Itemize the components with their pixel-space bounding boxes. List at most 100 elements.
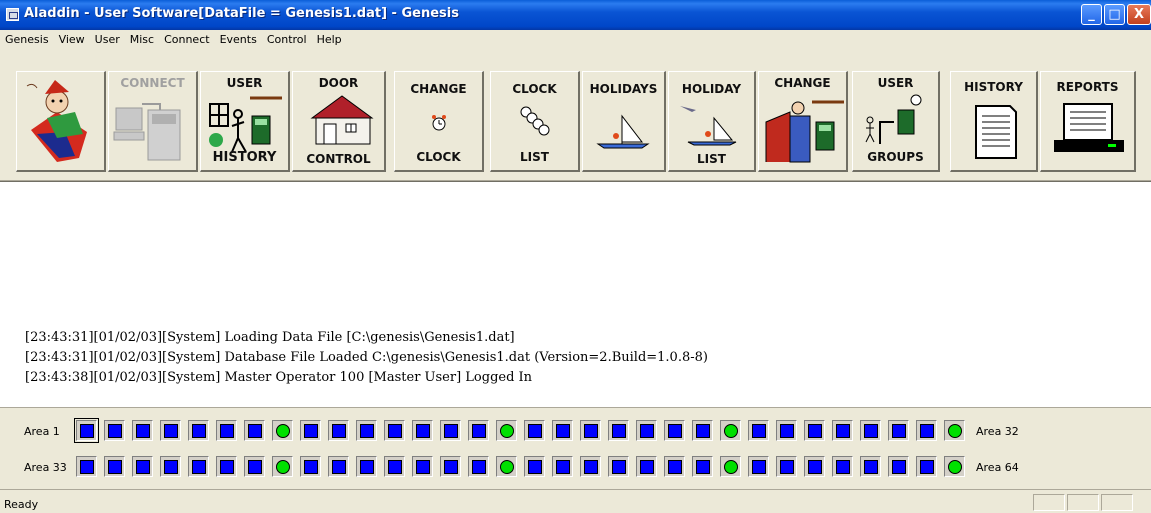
menu-user[interactable]: User — [90, 30, 125, 47]
area-cell-63[interactable] — [916, 456, 937, 477]
area-cell-18[interactable] — [552, 420, 573, 441]
area-cell-58[interactable] — [776, 456, 797, 477]
area-cell-17[interactable] — [524, 420, 545, 441]
menu-misc[interactable]: Misc — [125, 30, 159, 47]
area-cell-21[interactable] — [636, 420, 657, 441]
area-cell-23[interactable] — [692, 420, 713, 441]
area-cell-42[interactable] — [328, 456, 349, 477]
app-icon[interactable] — [6, 8, 19, 21]
reports-button[interactable]: REPORTS — [1040, 71, 1136, 172]
area-cell-61[interactable] — [860, 456, 881, 477]
change-clock-button[interactable]: CHANGE CLOCK — [394, 71, 484, 172]
area-cell-39[interactable] — [244, 456, 265, 477]
connect-button[interactable]: CONNECT — [108, 71, 198, 172]
close-button[interactable]: X — [1127, 4, 1151, 25]
menu-genesis[interactable]: Genesis — [0, 30, 54, 47]
area-cell-6[interactable] — [216, 420, 237, 441]
area-cell-62[interactable] — [888, 456, 909, 477]
holiday-list-button[interactable]: HOLIDAY LIST — [668, 71, 756, 172]
area-cell-40[interactable] — [272, 456, 293, 477]
area-cell-4[interactable] — [160, 420, 181, 441]
area-ok-indicator — [500, 424, 514, 438]
area-cell-57[interactable] — [748, 456, 769, 477]
area-cell-36[interactable] — [160, 456, 181, 477]
menu-control[interactable]: Control — [262, 30, 312, 47]
logo-button[interactable] — [16, 71, 106, 172]
area-cell-44[interactable] — [384, 456, 405, 477]
area-cell-8[interactable] — [272, 420, 293, 441]
area-armed-indicator — [416, 424, 430, 438]
area-cell-51[interactable] — [580, 456, 601, 477]
area-cell-33[interactable] — [76, 456, 97, 477]
area-cell-41[interactable] — [300, 456, 321, 477]
area-cell-37[interactable] — [188, 456, 209, 477]
clock-list-label-top: CLOCK — [512, 82, 557, 96]
area-cell-31[interactable] — [916, 420, 937, 441]
area-cell-12[interactable] — [384, 420, 405, 441]
area-cell-10[interactable] — [328, 420, 349, 441]
area-cell-54[interactable] — [664, 456, 685, 477]
menu-events[interactable]: Events — [215, 30, 262, 47]
area-cell-47[interactable] — [468, 456, 489, 477]
area-cell-56[interactable] — [720, 456, 741, 477]
area-cell-15[interactable] — [468, 420, 489, 441]
user-door-icon — [209, 96, 282, 153]
area-cell-25[interactable] — [748, 420, 769, 441]
area-cell-22[interactable] — [664, 420, 685, 441]
user-history-button[interactable]: USER HISTORY — [200, 71, 290, 172]
area-cell-19[interactable] — [580, 420, 601, 441]
area-ok-indicator — [276, 460, 290, 474]
area-cell-49[interactable] — [524, 456, 545, 477]
area-cell-9[interactable] — [300, 420, 321, 441]
area-cell-30[interactable] — [888, 420, 909, 441]
area-cell-50[interactable] — [552, 456, 573, 477]
area-cell-27[interactable] — [804, 420, 825, 441]
area-cell-7[interactable] — [244, 420, 265, 441]
area-cell-3[interactable] — [132, 420, 153, 441]
area-cell-45[interactable] — [412, 456, 433, 477]
area-cell-26[interactable] — [776, 420, 797, 441]
history-label: HISTORY — [964, 80, 1023, 94]
maximize-button[interactable]: □ — [1104, 4, 1125, 25]
area-armed-indicator — [192, 460, 206, 474]
change-button[interactable]: CHANGE — [758, 71, 848, 172]
door-control-button[interactable]: DOOR CONTROL — [292, 71, 386, 172]
area-cell-43[interactable] — [356, 456, 377, 477]
change-clock-label-bottom: CLOCK — [416, 150, 461, 164]
area-cell-28[interactable] — [832, 420, 853, 441]
area-cell-14[interactable] — [440, 420, 461, 441]
printer-icon — [1054, 103, 1124, 152]
area-cell-48[interactable] — [496, 456, 517, 477]
menu-view[interactable]: View — [54, 30, 90, 47]
area-armed-indicator — [528, 424, 542, 438]
area-cell-35[interactable] — [132, 456, 153, 477]
area-cell-5[interactable] — [188, 420, 209, 441]
area-cell-13[interactable] — [412, 420, 433, 441]
area-cell-16[interactable] — [496, 420, 517, 441]
area-cell-2[interactable] — [104, 420, 125, 441]
user-groups-button[interactable]: USER GROUPS — [852, 71, 940, 172]
menu-help[interactable]: Help — [312, 30, 347, 47]
area-cell-64[interactable] — [944, 456, 965, 477]
history-button[interactable]: HISTORY — [950, 71, 1038, 172]
area-cell-34[interactable] — [104, 456, 125, 477]
area-cell-55[interactable] — [692, 456, 713, 477]
area-cell-20[interactable] — [608, 420, 629, 441]
area-cell-24[interactable] — [720, 420, 741, 441]
area-cell-59[interactable] — [804, 456, 825, 477]
clock-list-button[interactable]: CLOCK LIST — [490, 71, 580, 172]
area-cell-60[interactable] — [832, 456, 853, 477]
holidays-button[interactable]: HOLIDAYS — [582, 71, 666, 172]
minimize-button[interactable]: _ — [1081, 4, 1102, 25]
area-cell-38[interactable] — [216, 456, 237, 477]
area-cell-1[interactable] — [74, 418, 99, 443]
area-cell-53[interactable] — [636, 456, 657, 477]
area-armed-indicator — [780, 424, 794, 438]
area-cell-29[interactable] — [860, 420, 881, 441]
area-armed-indicator — [584, 460, 598, 474]
area-cell-52[interactable] — [608, 456, 629, 477]
area-cell-32[interactable] — [944, 420, 965, 441]
menu-connect[interactable]: Connect — [159, 30, 214, 47]
area-cell-11[interactable] — [356, 420, 377, 441]
area-cell-46[interactable] — [440, 456, 461, 477]
